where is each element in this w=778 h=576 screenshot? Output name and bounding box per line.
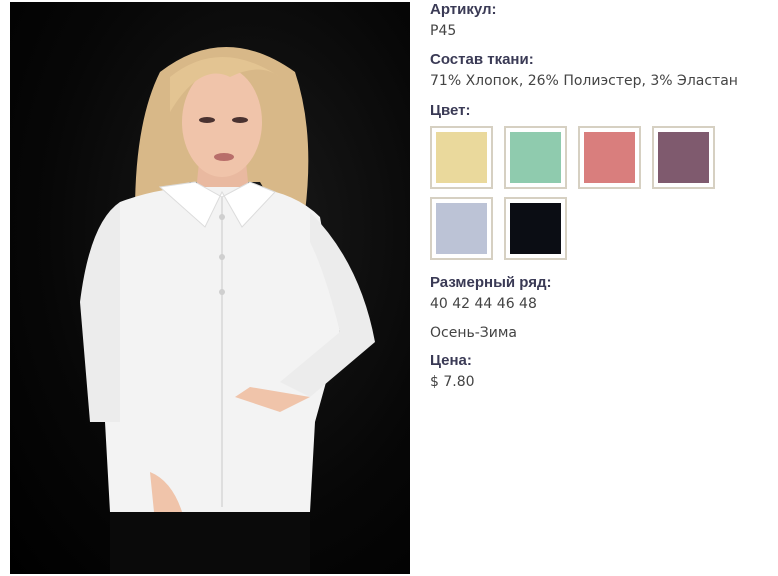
color-label: Цвет: [430, 102, 471, 119]
color-swatch-mint[interactable] [504, 126, 567, 189]
model-illustration [80, 47, 375, 574]
swatch-chip [510, 203, 561, 254]
swatch-chip [436, 132, 487, 183]
product-page: Артикул: P45 Состав ткани: 71% Хлопок, 2… [0, 0, 778, 576]
season-value: Осень-Зима [430, 325, 518, 341]
color-swatches [430, 126, 775, 260]
color-swatch-yellow[interactable] [430, 126, 493, 189]
size-value: 40 42 44 46 48 [430, 296, 537, 312]
size-label: Размерный ряд: [430, 274, 552, 291]
article-label: Артикул: [430, 1, 497, 18]
article-value: P45 [430, 23, 457, 39]
color-swatch-plum[interactable] [652, 126, 715, 189]
price-label: Цена: [430, 352, 472, 369]
swatch-chip [510, 132, 561, 183]
fabric-value: 71% Хлопок, 26% Полиэстер, 3% Эластан [430, 73, 738, 89]
color-swatch-black[interactable] [504, 197, 567, 260]
swatch-chip [436, 203, 487, 254]
color-swatch-salmon[interactable] [578, 126, 641, 189]
swatch-chip [658, 132, 709, 183]
swatch-chip [584, 132, 635, 183]
price-value: $ 7.80 [430, 374, 475, 390]
product-details: Артикул: P45 Состав ткани: 71% Хлопок, 2… [430, 0, 775, 393]
color-swatch-light-blue[interactable] [430, 197, 493, 260]
fabric-label: Состав ткани: [430, 51, 534, 68]
product-photo[interactable] [10, 2, 410, 574]
